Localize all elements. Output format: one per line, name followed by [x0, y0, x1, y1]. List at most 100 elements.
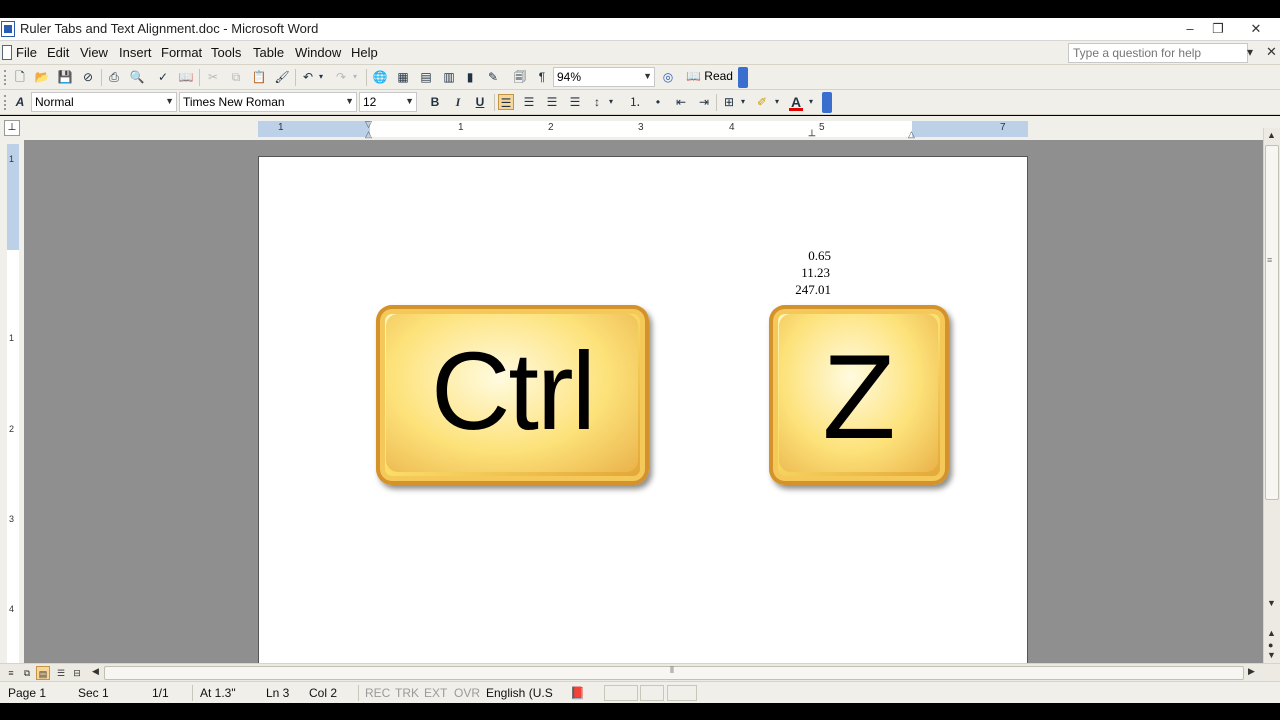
cut-icon[interactable]: ✂ — [205, 69, 221, 85]
word-app-icon[interactable] — [1, 21, 15, 37]
previous-page-icon[interactable]: ▲ — [1267, 628, 1276, 638]
insert-hyperlink-icon[interactable]: 🌐 — [372, 69, 388, 85]
next-page-icon[interactable]: ▼ — [1267, 650, 1276, 660]
reading-layout-view-icon[interactable]: ⊟ — [70, 666, 84, 680]
redo-dropdown-icon[interactable]: ▾ — [350, 69, 360, 85]
vertical-scrollbar[interactable]: ▲ ≡ ▼ ▲ ● ▼ — [1263, 128, 1280, 663]
save-icon[interactable]: 💾 — [57, 69, 73, 85]
print-icon[interactable]: ⎙ — [106, 69, 122, 85]
borders-icon[interactable]: ⊞ — [721, 94, 737, 110]
redo-icon[interactable]: ↷ — [333, 69, 349, 85]
status-language[interactable]: English (U.S — [486, 686, 553, 700]
menu-tools[interactable]: Tools — [211, 45, 241, 60]
bullets-icon[interactable]: • — [650, 94, 666, 110]
print-layout-view-icon[interactable]: ▤ — [36, 666, 50, 680]
font-combo[interactable]: Times New Roman ▼ — [179, 92, 357, 112]
horizontal-scroll-thumb[interactable] — [104, 666, 1244, 680]
minimize-button[interactable]: – — [1175, 20, 1205, 38]
line-spacing-icon[interactable]: ↕ — [589, 94, 605, 110]
copy-icon[interactable]: ⧉ — [228, 69, 244, 85]
menu-format[interactable]: Format — [161, 45, 202, 60]
web-layout-view-icon[interactable]: ⧉ — [20, 666, 34, 680]
horizontal-scrollbar[interactable]: ◀ ⦀ ▶ — [90, 665, 1262, 681]
align-right-icon[interactable]: ☰ — [544, 94, 560, 110]
font-color-dropdown-icon[interactable]: ▾ — [806, 94, 816, 110]
undo-icon[interactable]: ↶ — [300, 69, 316, 85]
highlight-dropdown-icon[interactable]: ▾ — [772, 94, 782, 110]
select-browse-object-icon[interactable]: ● — [1268, 640, 1273, 650]
vertical-scroll-thumb[interactable] — [1265, 145, 1279, 500]
drawing-icon[interactable]: ✎ — [485, 69, 501, 85]
tables-borders-icon[interactable]: ▦ — [395, 69, 411, 85]
style-combo[interactable]: Normal ▼ — [31, 92, 177, 112]
document-close-button[interactable]: ✕ — [1266, 44, 1277, 60]
close-button[interactable]: ✕ — [1241, 20, 1271, 38]
borders-dropdown-icon[interactable]: ▾ — [738, 94, 748, 110]
bold-button[interactable]: B — [427, 94, 443, 110]
toolbar-options-icon[interactable] — [822, 92, 832, 113]
paste-icon[interactable]: 📋 — [251, 69, 267, 85]
read-button[interactable]: 📖 Read — [686, 69, 733, 83]
scroll-down-icon[interactable]: ▼ — [1267, 598, 1276, 608]
z-key-image[interactable]: Z — [769, 305, 949, 485]
restore-button[interactable]: ❐ — [1203, 20, 1233, 38]
menu-insert[interactable]: Insert — [119, 45, 152, 60]
spelling-status-icon[interactable]: 📕 — [570, 686, 585, 700]
align-left-icon[interactable]: ☰ — [498, 94, 514, 110]
status-ovr[interactable]: OVR — [454, 686, 480, 700]
zoom-dropdown-icon[interactable]: ▼ — [643, 71, 652, 81]
spelling-icon[interactable]: ✓ — [155, 69, 171, 85]
toolbar-options-icon[interactable] — [738, 67, 748, 88]
columns-icon[interactable]: ▮ — [462, 69, 478, 85]
line-spacing-dropdown-icon[interactable]: ▾ — [606, 94, 616, 110]
align-center-icon[interactable]: ☰ — [521, 94, 537, 110]
zoom-combo[interactable]: 94% ▼ — [553, 67, 655, 87]
menu-table[interactable]: Table — [253, 45, 284, 60]
decimal-number-line[interactable]: 0.65 — [751, 248, 831, 264]
open-icon[interactable]: 📂 — [34, 69, 50, 85]
status-ext[interactable]: EXT — [424, 686, 447, 700]
scroll-right-icon[interactable]: ▶ — [1248, 666, 1255, 677]
help-dropdown-arrow[interactable]: ▾ — [1247, 45, 1253, 59]
decimal-number-line[interactable]: 247.01 — [751, 282, 831, 298]
font-size-combo[interactable]: 12 ▼ — [359, 92, 417, 112]
document-page[interactable]: 0.65 11.23 247.01 Ctrl Z — [258, 156, 1028, 663]
show-formatting-icon[interactable]: ¶ — [534, 69, 550, 85]
insert-table-icon[interactable]: ▤ — [418, 69, 434, 85]
menu-edit[interactable]: Edit — [47, 45, 69, 60]
status-trk[interactable]: TRK — [395, 686, 419, 700]
format-painter-icon[interactable]: 🖌 — [274, 69, 290, 85]
font-dropdown-icon[interactable]: ▼ — [345, 96, 354, 106]
menu-view[interactable]: View — [80, 45, 108, 60]
horizontal-ruler[interactable]: 1 1 2 3 4 5 7 ▽ △ △ ⊥ — [258, 119, 1028, 140]
help-icon[interactable]: ◎ — [660, 69, 676, 85]
ctrl-key-image[interactable]: Ctrl — [376, 305, 649, 485]
right-indent-icon[interactable]: △ — [908, 129, 915, 140]
style-dropdown-icon[interactable]: ▼ — [165, 96, 174, 106]
justify-icon[interactable]: ☰ — [567, 94, 583, 110]
help-question-input[interactable] — [1069, 44, 1247, 62]
styles-formatting-icon[interactable]: A — [12, 94, 28, 110]
menu-file[interactable]: File — [16, 45, 37, 60]
normal-view-icon[interactable]: ≡ — [4, 666, 18, 680]
help-question-box[interactable] — [1068, 43, 1248, 63]
print-preview-icon[interactable]: 🔍 — [129, 69, 145, 85]
menu-help[interactable]: Help — [351, 45, 378, 60]
italic-button[interactable]: I — [450, 94, 466, 110]
outline-view-icon[interactable]: ☰ — [54, 666, 68, 680]
insert-excel-icon[interactable]: ▥ — [441, 69, 457, 85]
scroll-left-icon[interactable]: ◀ — [92, 666, 99, 677]
underline-button[interactable]: U — [472, 94, 488, 110]
scroll-up-icon[interactable]: ▲ — [1267, 130, 1276, 140]
document-icon[interactable] — [2, 45, 12, 60]
undo-dropdown-icon[interactable]: ▾ — [316, 69, 326, 85]
tab-selector-icon[interactable]: ⊥ — [4, 120, 20, 136]
toolbar-grip[interactable] — [4, 70, 7, 85]
numbering-icon[interactable]: ⒈ — [627, 94, 643, 110]
status-rec[interactable]: REC — [365, 686, 390, 700]
new-document-icon[interactable]: 🗋 — [12, 69, 28, 85]
highlight-icon[interactable]: ✐ — [754, 94, 770, 110]
decimal-tab-icon[interactable]: ⊥ — [808, 128, 816, 139]
decrease-indent-icon[interactable]: ⇤ — [673, 94, 689, 110]
permission-icon[interactable]: ⊘ — [80, 69, 96, 85]
